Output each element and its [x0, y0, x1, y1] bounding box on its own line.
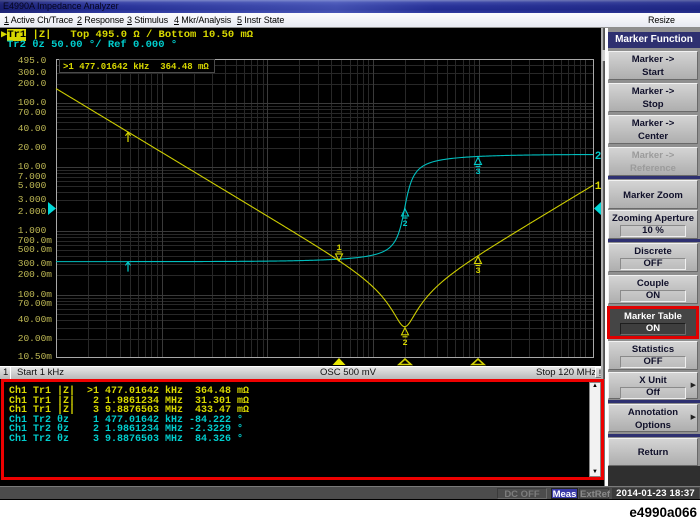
- svg-text:>1 477.01642 kHz 364.48 mΩ: >1 477.01642 kHz 364.48 mΩ: [63, 62, 209, 72]
- svg-text:2: 2: [402, 338, 407, 348]
- svg-text:2: 2: [402, 219, 407, 229]
- svg-text:3: 3: [475, 266, 480, 276]
- svg-text:1: 1: [336, 243, 341, 253]
- svg-text:3: 3: [475, 167, 480, 177]
